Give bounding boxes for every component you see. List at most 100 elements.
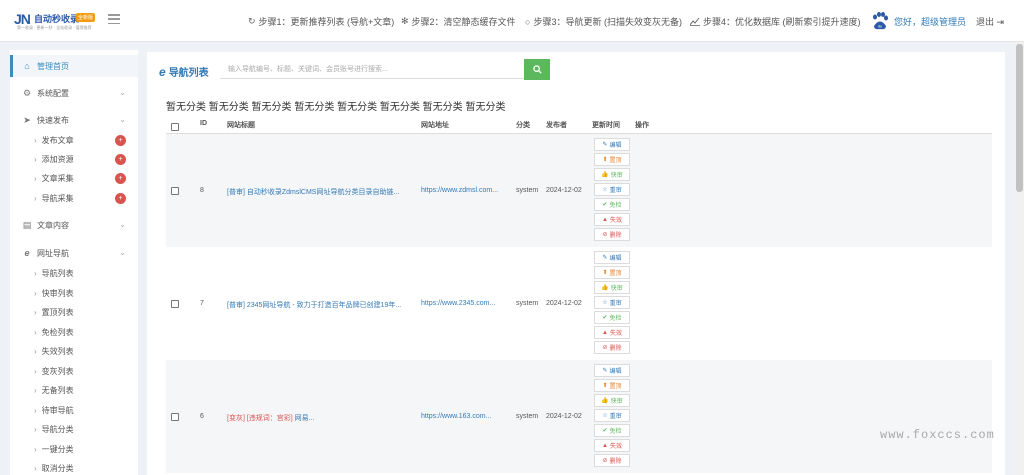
top-bar: JN 自动秒收录 全新版 第一收录 · 更新一秒 · 全站收录 · 值得推荐 ↻… — [0, 0, 1024, 42]
re-review-button[interactable]: ☆ 重审 — [594, 183, 630, 196]
sidebar-subitem-nav-0[interactable]: › 导航列表 — [10, 264, 138, 283]
sidebar-subitem-label: 免检列表 — [41, 327, 74, 337]
re-review-button[interactable]: ☆ 重审 — [594, 409, 630, 422]
step2-label: 步骤2：清空静态缓存文件 — [411, 17, 516, 27]
add-badge[interactable]: + — [115, 173, 126, 184]
add-badge[interactable]: + — [115, 154, 126, 165]
add-badge[interactable]: + — [115, 135, 126, 146]
fast-review-button[interactable]: 👍 快审 — [594, 281, 630, 294]
header-url: 网站地址 — [421, 122, 449, 129]
row-publisher: 2024-12-02 — [546, 412, 582, 420]
pin-top-button[interactable]: ⬆ 置顶 — [594, 153, 630, 166]
exempt-button[interactable]: ✔ 免检 — [594, 311, 630, 324]
sidebar-subitem-nav-3[interactable]: › 免检列表 — [10, 323, 138, 342]
sidebar-subitem-nav-1[interactable]: › 快审列表 — [10, 284, 138, 303]
search-input[interactable] — [220, 61, 524, 79]
action-label: 失效 — [609, 444, 622, 450]
baidu-paw-avatar[interactable]: du — [870, 11, 890, 31]
action-label: 置顶 — [609, 158, 622, 164]
step1-link[interactable]: ↻ 步骤1：更新推荐列表 (导航+文章) — [248, 15, 394, 28]
action-label: 编辑 — [609, 369, 622, 375]
sidebar-subitem-label: 文章采集 — [41, 174, 74, 183]
sidebar-item-config[interactable]: ⚙ 系统配置 ⌄ — [10, 82, 138, 104]
sidebar-item-home[interactable]: ⌂ 管理首页 — [10, 55, 138, 77]
add-badge[interactable]: + — [115, 193, 126, 204]
sidebar-subitem-nav-2[interactable]: › 置顶列表 — [10, 303, 138, 322]
step3-link[interactable]: ○ 步骤3：导航更新 (扫描失效变灰无备) — [525, 15, 682, 28]
row-checkbox[interactable] — [171, 412, 179, 421]
ban-icon: ⊘ — [602, 458, 608, 464]
sidebar-subitem-nav-9[interactable]: › 一键分类 — [10, 440, 138, 459]
arrow-up-icon: ⬆ — [602, 383, 608, 389]
refresh-icon: ↻ — [248, 16, 256, 26]
sidebar-subitem-nav-10[interactable]: › 取消分类 — [10, 459, 138, 475]
user-greeting[interactable]: 您好，超级管理员 — [894, 15, 966, 28]
action-label: 重审 — [609, 188, 622, 194]
edit-button[interactable]: ✎ 编辑 — [594, 364, 630, 377]
action-label: 重审 — [609, 301, 622, 307]
sidebar-subitem-publish-article[interactable]: › 发布文章 + — [10, 131, 138, 150]
pin-top-button[interactable]: ⬆ 置顶 — [594, 379, 630, 392]
exempt-button[interactable]: ✔ 免检 — [594, 424, 630, 437]
sidebar-subitem-label: 发布文章 — [41, 136, 74, 145]
delete-button[interactable]: ⊘ 删除 — [594, 228, 630, 241]
sidebar-subitem-nav-6[interactable]: › 无备列表 — [10, 381, 138, 400]
row-url-link[interactable]: https://www.2345.com... — [421, 300, 495, 307]
step4-link[interactable]: 步骤4：优化数据库 (刷新索引提升速度) — [690, 15, 861, 28]
sidebar-subitem-nav-4[interactable]: › 失效列表 — [10, 342, 138, 361]
row-checkbox[interactable] — [171, 186, 179, 195]
sidebar-item-nav[interactable]: e 网址导航 ⌄ — [10, 242, 138, 264]
sidebar-subitem-nav-5[interactable]: › 变灰列表 — [10, 362, 138, 381]
edit-button[interactable]: ✎ 编辑 — [594, 138, 630, 151]
pin-top-button[interactable]: ⬆ 置顶 — [594, 266, 630, 279]
fast-review-button[interactable]: 👍 快审 — [594, 168, 630, 181]
paper-plane-icon: ➤ — [23, 114, 31, 125]
sidebar-subitem-article-collect[interactable]: › 文章采集 + — [10, 169, 138, 188]
action-label: 免检 — [609, 316, 622, 322]
ie-icon: e — [159, 64, 166, 79]
site-logo[interactable]: JN 自动秒收录 全新版 第一收录 · 更新一秒 · 全站收录 · 值得推荐 — [14, 11, 96, 33]
sign-out-icon: ⇥ — [996, 16, 1005, 27]
row-title-link[interactable]: [普审] 自动秒收录ZdmslCMS网址导航分类目录自助链... — [227, 187, 399, 197]
row-category: system — [516, 412, 539, 420]
sidebar-subitem-nav-collect[interactable]: › 导航采集 + — [10, 189, 138, 208]
row-checkbox[interactable] — [171, 299, 179, 308]
delete-button[interactable]: ⊘ 删除 — [594, 454, 630, 467]
sidebar-subitem-add-resource[interactable]: › 添加资源 + — [10, 150, 138, 169]
sidebar-subitem-label: 取消分类 — [41, 464, 74, 473]
select-all-checkbox[interactable] — [171, 123, 179, 131]
sidebar-item-label: 系统配置 — [37, 88, 69, 98]
home-icon: ⌂ — [24, 61, 30, 71]
mark-invalid-button[interactable]: ▲ 失效 — [594, 439, 630, 452]
main-panel: e 导航列表 暂无分类 暂无分类 暂无分类 暂无分类 暂无分类 暂无分类 暂无分… — [147, 52, 1005, 475]
sidebar-subitem-label: 添加资源 — [41, 155, 74, 164]
row-url-link[interactable]: https://www.zdmsl.com... — [421, 187, 498, 194]
row-publisher: 2024-12-02 — [546, 186, 582, 194]
chevron-right-icon: › — [34, 327, 37, 337]
row-title-link[interactable]: [变灰] [违规词：宫彩] 网易... — [227, 413, 315, 423]
sidebar-subitem-nav-7[interactable]: › 待审导航 — [10, 401, 138, 420]
logout-button[interactable]: 退出 ⇥ — [976, 15, 1004, 28]
exempt-button[interactable]: ✔ 免检 — [594, 198, 630, 211]
mark-invalid-button[interactable]: ▲ 失效 — [594, 326, 630, 339]
edit-button[interactable]: ✎ 编辑 — [594, 251, 630, 264]
step2-link[interactable]: ✻ 步骤2：清空静态缓存文件 — [401, 15, 516, 28]
action-label: 快审 — [610, 286, 623, 292]
row-title-link[interactable]: [普审] 2345网址导航 - 致力于打造百年品牌已创建19年... — [227, 300, 401, 310]
step1-label: 步骤1：更新推荐列表 (导航+文章) — [258, 17, 395, 27]
fast-review-button[interactable]: 👍 快审 — [594, 394, 630, 407]
mark-invalid-button[interactable]: ▲ 失效 — [594, 213, 630, 226]
page-scrollbar[interactable] — [1015, 42, 1024, 475]
chevron-down-icon: ⌄ — [119, 220, 126, 229]
chevron-right-icon: › — [34, 405, 37, 415]
sidebar-item-article[interactable]: ▤ 文章内容 ⌄ — [10, 214, 138, 236]
sidebar-subitem-nav-8[interactable]: › 导航分类 — [10, 420, 138, 439]
search-button[interactable] — [524, 59, 550, 80]
row-title: 自动秒收录ZdmslCMS网址导航分类目录自助链... — [244, 188, 400, 196]
scrollbar-thumb[interactable] — [1016, 44, 1023, 192]
sidebar-item-quick-publish[interactable]: ➤ 快速发布 ⌄ — [10, 109, 138, 131]
row-url-link[interactable]: https://www.163.com... — [421, 413, 491, 420]
delete-button[interactable]: ⊘ 删除 — [594, 341, 630, 354]
menu-toggle-icon[interactable] — [108, 14, 120, 24]
re-review-button[interactable]: ☆ 重审 — [594, 296, 630, 309]
